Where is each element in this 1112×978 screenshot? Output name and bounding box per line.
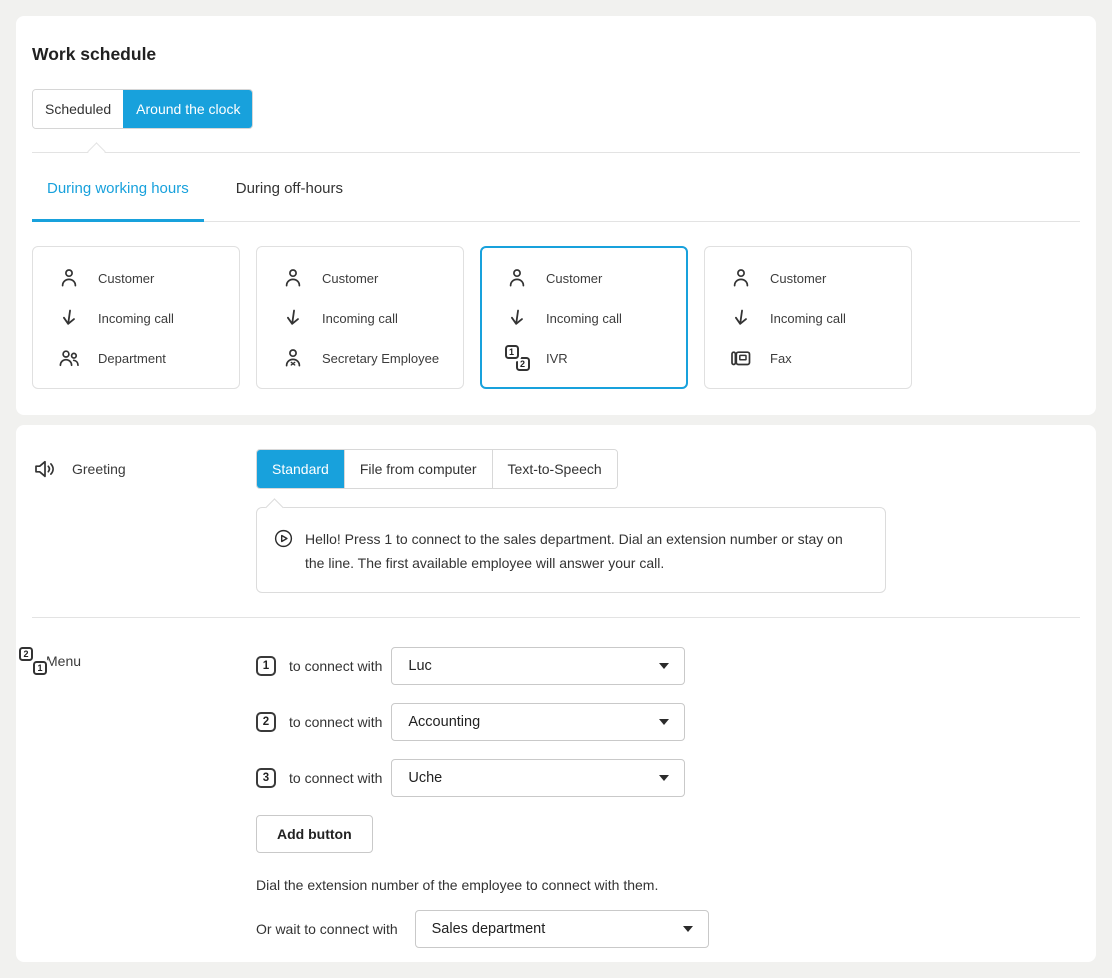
work-schedule-panel: Work schedule Scheduled Around the clock… — [16, 16, 1096, 415]
greeting-label-group: Greeting — [32, 458, 256, 480]
select-value: Uche — [408, 770, 442, 786]
scenario-step: 2 1 IVR — [504, 338, 679, 378]
ivr-digit-2: 2 — [516, 357, 530, 371]
wait-connect-row: Or wait to connect with Sales department — [256, 910, 1080, 948]
toggle-divider — [32, 152, 1080, 153]
connect-text: to connect with — [289, 770, 382, 786]
section-divider — [32, 617, 1080, 618]
mode-scheduled-button[interactable]: Scheduled — [33, 90, 123, 128]
greeting-label: Greeting — [72, 461, 126, 477]
step-label: Department — [98, 351, 166, 366]
incoming-call-icon — [728, 306, 754, 330]
key-badge-2: 2 — [256, 712, 276, 732]
scenario-step: Incoming call — [504, 298, 679, 338]
greeting-tab-file-from-computer[interactable]: File from computer — [344, 450, 492, 488]
select-value: Luc — [408, 658, 431, 674]
chevron-down-icon — [683, 926, 693, 932]
greeting-message: Hello! Press 1 to connect to the sales d… — [305, 527, 865, 575]
scenario-cards: Customer Incoming call Department Custom… — [32, 246, 1080, 389]
step-label: Incoming call — [98, 311, 174, 326]
secretary-employee-icon — [280, 346, 306, 370]
customer-icon — [280, 266, 306, 290]
scenario-step: Incoming call — [56, 298, 231, 338]
chevron-down-icon — [659, 663, 669, 669]
scenario-step: Incoming call — [728, 298, 903, 338]
chevron-down-icon — [659, 719, 669, 725]
step-label: IVR — [546, 351, 568, 366]
scenario-card-fax[interactable]: Customer Incoming call Fax — [704, 246, 912, 389]
scenario-step: Customer — [56, 258, 231, 298]
page-title: Work schedule — [32, 16, 1080, 65]
fax-icon — [728, 346, 754, 370]
scenario-step: Customer — [728, 258, 903, 298]
incoming-call-icon — [504, 306, 530, 330]
step-label: Incoming call — [322, 311, 398, 326]
menu-section: 2 1 Menu 1 to connect with Luc 2 to conn… — [32, 647, 1080, 948]
extension-hint: Dial the extension number of the employe… — [256, 877, 1080, 893]
scenario-card-secretary-employee[interactable]: Customer Incoming call Secretary Employe… — [256, 246, 464, 389]
tab-during-off-hours[interactable]: During off-hours — [221, 153, 358, 222]
connect-text: to connect with — [289, 658, 382, 674]
greeting-preview-bubble: Hello! Press 1 to connect to the sales d… — [256, 507, 886, 593]
department-icon — [56, 346, 82, 370]
customer-icon — [504, 266, 530, 290]
ivr-digit-1: 1 — [505, 345, 519, 359]
customer-icon — [56, 266, 82, 290]
scenario-step: Fax — [728, 338, 903, 378]
key-badge-1: 1 — [256, 656, 276, 676]
scenario-card-ivr[interactable]: Customer Incoming call 2 1 IVR — [480, 246, 688, 389]
greeting-tab-standard[interactable]: Standard — [257, 450, 344, 488]
select-value: Accounting — [408, 714, 480, 730]
ivr-icon: 2 1 — [504, 345, 530, 371]
greeting-source-tabs: Standard File from computer Text-to-Spee… — [256, 449, 618, 489]
add-button[interactable]: Add button — [256, 815, 373, 853]
incoming-call-icon — [56, 306, 82, 330]
ivr-settings-panel: Greeting Standard File from computer Tex… — [16, 425, 1096, 962]
hours-tabs: During working hours During off-hours — [32, 153, 1080, 222]
scenario-step: Incoming call — [280, 298, 455, 338]
bubble-tail — [265, 498, 283, 516]
scenario-step: Customer — [504, 258, 679, 298]
scenario-step: Department — [56, 338, 231, 378]
incoming-call-icon — [280, 306, 306, 330]
tab-during-working-hours[interactable]: During working hours — [32, 153, 204, 222]
destination-select-3[interactable]: Uche — [391, 759, 685, 797]
step-label: Fax — [770, 351, 792, 366]
scenario-step: Customer — [280, 258, 455, 298]
ivr-digit-1: 1 — [33, 661, 47, 675]
mode-around-the-clock-button[interactable]: Around the clock — [123, 90, 252, 128]
step-label: Incoming call — [546, 311, 622, 326]
step-label: Customer — [546, 271, 602, 286]
step-label: Customer — [98, 271, 154, 286]
play-icon[interactable] — [274, 529, 293, 575]
step-label: Secretary Employee — [322, 351, 439, 366]
key-badge-3: 3 — [256, 768, 276, 788]
scenario-card-department[interactable]: Customer Incoming call Department — [32, 246, 240, 389]
speaker-icon — [33, 458, 59, 480]
wait-destination-select[interactable]: Sales department — [415, 910, 709, 948]
step-label: Customer — [770, 271, 826, 286]
schedule-mode-toggle: Scheduled Around the clock — [32, 89, 253, 129]
customer-icon — [728, 266, 754, 290]
select-value: Sales department — [432, 921, 546, 937]
step-label: Incoming call — [770, 311, 846, 326]
destination-select-2[interactable]: Accounting — [391, 703, 685, 741]
menu-row-1: 1 to connect with Luc — [256, 647, 1080, 685]
connect-text: to connect with — [289, 714, 382, 730]
menu-label: Menu — [46, 653, 81, 669]
step-label: Customer — [322, 271, 378, 286]
wait-connect-label: Or wait to connect with — [256, 921, 398, 937]
ivr-digit-2: 2 — [19, 647, 33, 661]
greeting-section: Greeting Standard File from computer Tex… — [32, 449, 1080, 593]
greeting-tab-text-to-speech[interactable]: Text-to-Speech — [492, 450, 617, 488]
menu-row-3: 3 to connect with Uche — [256, 759, 1080, 797]
menu-label-group: 2 1 Menu — [32, 653, 256, 669]
menu-row-2: 2 to connect with Accounting — [256, 703, 1080, 741]
chevron-down-icon — [659, 775, 669, 781]
destination-select-1[interactable]: Luc — [391, 647, 685, 685]
scenario-step: Secretary Employee — [280, 338, 455, 378]
